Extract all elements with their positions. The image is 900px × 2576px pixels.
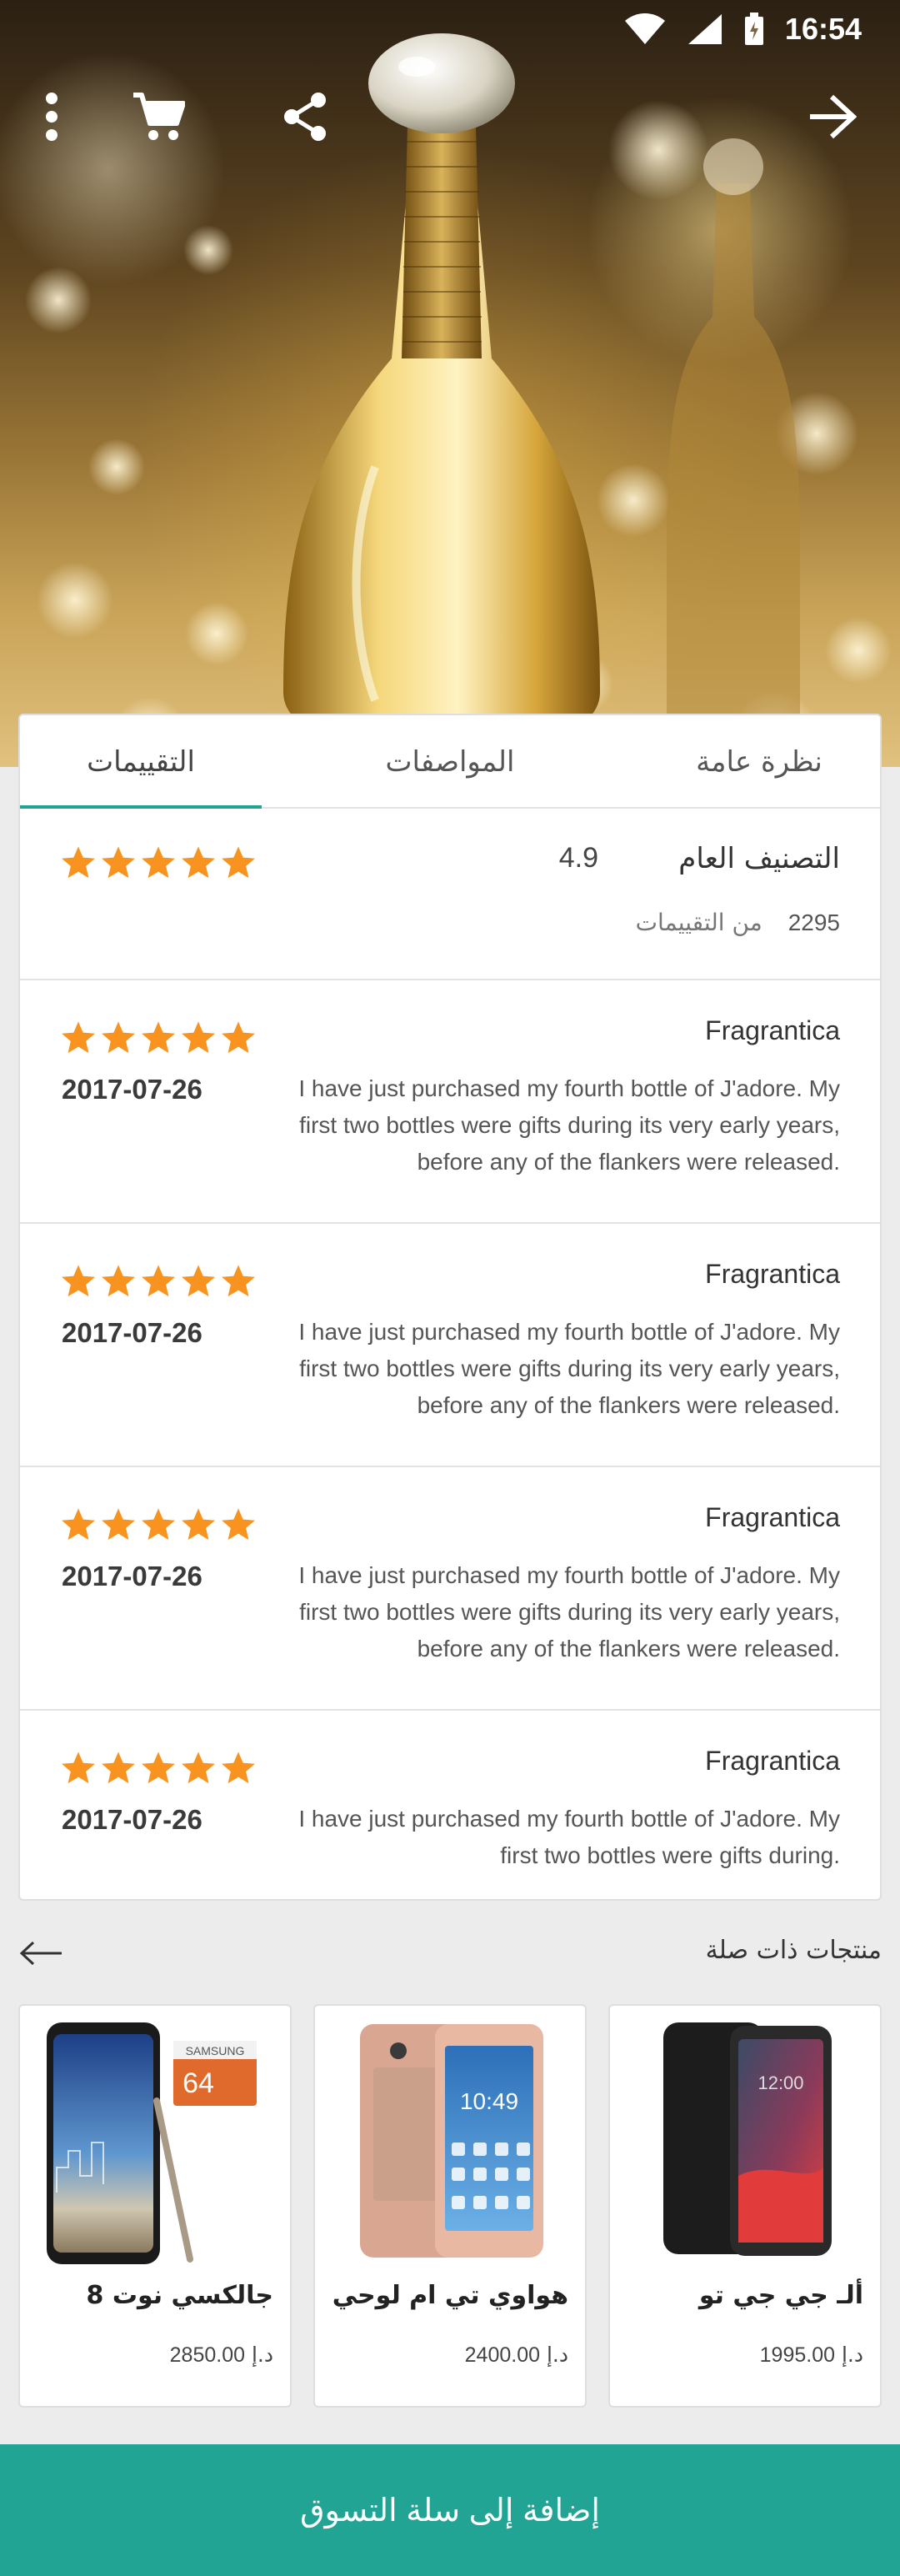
product-price-amount: 1995.00 xyxy=(759,2343,836,2367)
product-price: د.إ 1995.00 xyxy=(760,2343,863,2368)
rating-count-label: من التقييمات xyxy=(635,909,762,936)
star-icon xyxy=(62,1752,95,1784)
product-name: جالكسي نوت 8 xyxy=(86,2281,273,2310)
rating-summary: التصنيف العام 4.9 2295 من التقييمات xyxy=(20,809,880,980)
star-icon xyxy=(222,1265,255,1297)
star-icon xyxy=(182,1508,215,1541)
huawei-clock-text: 10:49 xyxy=(460,2088,518,2114)
review-text: I have just purchased my fourth bottle o… xyxy=(298,1319,840,1418)
star-icon xyxy=(142,1752,175,1784)
related-products-header: منتجات ذات صلة xyxy=(18,1926,882,1984)
product-image-galaxy-phone: SAMSUNG 64 xyxy=(47,2022,257,2264)
review-author: Fragrantica xyxy=(705,1015,840,1045)
product-currency: د.إ xyxy=(546,2343,568,2367)
star-icon xyxy=(102,1752,135,1784)
product-price: د.إ 2850.00 xyxy=(170,2343,273,2368)
product-price: د.إ 2400.00 xyxy=(465,2343,568,2368)
star-icon xyxy=(182,1752,215,1784)
lg-clock-text: 12:00 xyxy=(758,2072,803,2093)
review-item: Fragrantica 2017-07-26 I have just purch… xyxy=(20,1224,880,1467)
review-author: Fragrantica xyxy=(705,1259,840,1289)
status-bar: 16:54 xyxy=(0,0,900,58)
review-stars xyxy=(60,1020,257,1055)
product-card-galaxy-note8[interactable]: SAMSUNG 64 جالكسي نوت 8 د.إ 2850.00 xyxy=(18,2004,292,2408)
rating-count-number: 2295 xyxy=(788,910,840,935)
star-icon xyxy=(142,1021,175,1054)
rating-count: 2295 من التقييمات xyxy=(636,909,840,936)
product-name: هواوي تي ام لوحي xyxy=(332,2281,568,2310)
review-date: 2017-07-26 xyxy=(62,1561,202,1591)
review-date: 2017-07-26 xyxy=(62,1804,202,1835)
star-icon xyxy=(102,846,135,879)
star-icon xyxy=(182,846,215,879)
star-icon xyxy=(102,1021,135,1054)
star-icon xyxy=(142,1508,175,1541)
tab-reviews[interactable]: التقييمات xyxy=(20,715,262,809)
cell-signal-icon xyxy=(688,14,722,44)
star-icon xyxy=(222,1508,255,1541)
star-icon xyxy=(62,1021,95,1054)
cart-icon xyxy=(133,93,185,140)
back-button[interactable] xyxy=(798,83,865,150)
more-vert-icon xyxy=(46,93,58,141)
product-hero-image: 16:54 xyxy=(0,0,900,767)
star-icon xyxy=(142,846,175,879)
product-price-amount: 2400.00 xyxy=(464,2343,541,2367)
star-icon xyxy=(142,1265,175,1297)
review-item: Fragrantica 2017-07-26 I have just purch… xyxy=(20,1711,880,1899)
review-author: Fragrantica xyxy=(705,1746,840,1776)
review-stars xyxy=(60,1264,257,1299)
star-icon xyxy=(102,1508,135,1541)
wifi-icon xyxy=(624,13,665,44)
star-icon xyxy=(182,1265,215,1297)
star-icon xyxy=(182,1021,215,1054)
review-text: I have just purchased my fourth bottle o… xyxy=(298,1562,840,1661)
review-text: I have just purchased my fourth bottle o… xyxy=(298,1075,840,1175)
product-image-lg-phone: 12:00 xyxy=(663,2022,832,2256)
related-products-title: منتجات ذات صلة xyxy=(705,1936,882,1965)
capacity-label-text: 64 xyxy=(182,2067,214,2099)
product-currency: د.إ xyxy=(251,2343,273,2367)
review-item: Fragrantica 2017-07-26 I have just purch… xyxy=(20,1467,880,1711)
samsung-label-text: SAMSUNG xyxy=(186,2044,245,2057)
back-arrow-icon xyxy=(810,94,857,139)
review-item: Fragrantica 2017-07-26 I have just purch… xyxy=(20,980,880,1224)
share-icon xyxy=(284,93,326,141)
battery-icon xyxy=(744,13,763,45)
share-button[interactable] xyxy=(272,83,338,150)
add-to-cart-button[interactable]: إضافة إلى سلة التسوق xyxy=(0,2444,900,2576)
tab-specifications[interactable]: المواصفات xyxy=(329,715,571,809)
overall-rating-score: 4.9 xyxy=(558,842,598,874)
arrow-left-icon[interactable] xyxy=(18,1941,63,1966)
review-stars xyxy=(60,1507,257,1542)
product-image-huawei-phone: 10:49 xyxy=(360,2024,543,2258)
star-icon xyxy=(222,1752,255,1784)
product-price-amount: 2850.00 xyxy=(169,2343,246,2367)
review-stars xyxy=(60,1751,257,1786)
overall-rating-label: التصنيف العام xyxy=(678,842,840,875)
tab-overview[interactable]: نظرة عامة xyxy=(638,715,880,809)
status-time: 16:54 xyxy=(784,12,862,46)
star-icon xyxy=(222,846,255,879)
more-options-button[interactable] xyxy=(18,83,85,150)
review-text: I have just purchased my fourth bottle o… xyxy=(298,1806,840,1868)
star-icon xyxy=(62,1265,95,1297)
star-icon xyxy=(62,846,95,879)
product-currency: د.إ xyxy=(841,2343,863,2367)
tab-bar: نظرة عامة المواصفات التقييمات xyxy=(20,715,880,809)
product-card-lg-g6[interactable]: 12:00 ألـ جي جي تو د.إ 1995.00 xyxy=(608,2004,882,2408)
star-icon xyxy=(102,1265,135,1297)
product-name: ألـ جي جي تو xyxy=(698,2281,863,2310)
review-date: 2017-07-26 xyxy=(62,1074,202,1105)
review-author: Fragrantica xyxy=(705,1502,840,1532)
summary-stars xyxy=(60,845,257,880)
cart-button[interactable] xyxy=(125,83,192,150)
star-icon xyxy=(62,1508,95,1541)
star-icon xyxy=(222,1021,255,1054)
product-details-card: نظرة عامة المواصفات التقييمات التصنيف ال… xyxy=(18,714,882,1901)
review-date: 2017-07-26 xyxy=(62,1317,202,1348)
product-card-huawei-tablet[interactable]: 10:49 هواوي تي ام لوحي د.إ 2400.00 xyxy=(313,2004,587,2408)
